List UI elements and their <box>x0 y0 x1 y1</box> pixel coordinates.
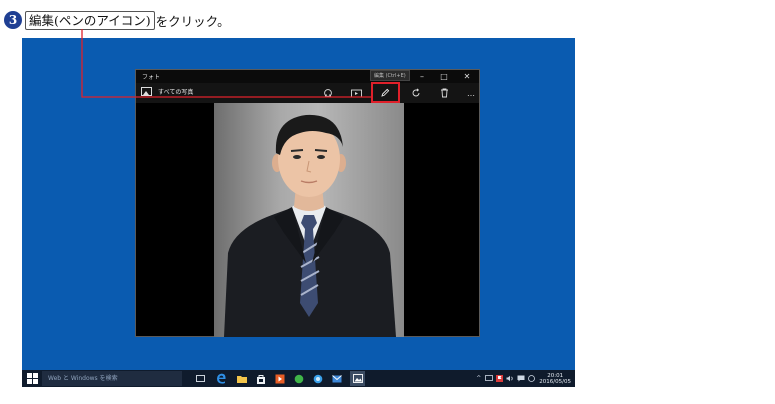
photo-viewer <box>136 103 479 337</box>
start-button[interactable] <box>27 373 38 384</box>
delete-icon <box>440 88 448 98</box>
rotate-icon <box>412 88 420 97</box>
more-options-button[interactable]: … <box>462 85 480 101</box>
app-green-button[interactable] <box>292 372 305 385</box>
mail-button[interactable] <box>330 372 343 385</box>
media-button[interactable] <box>273 372 286 385</box>
slideshow-button[interactable] <box>347 85 365 101</box>
instruction-target: 編集(ペンのアイコン) <box>25 10 155 30</box>
taskbar: Web と Windows を検索 ^ 20:01 2016/05/05 <box>22 370 575 387</box>
system-tray: ^ 20:01 2016/05/05 <box>476 371 571 386</box>
clock-date: 2016/05/05 <box>539 378 571 385</box>
photo-toolbar: すべての写真 … <box>136 83 479 103</box>
portrait-photo[interactable] <box>214 103 404 337</box>
photos-app-window: フォト 編集 (Ctrl+E) – □ ✕ すべての写真 … <box>135 69 480 337</box>
store-icon <box>256 374 265 384</box>
edge-icon <box>217 373 226 384</box>
instruction-suffix: をクリック。 <box>155 13 230 29</box>
task-view-icon <box>196 375 205 382</box>
maximize-button[interactable]: □ <box>433 70 455 83</box>
portrait-illustration <box>224 114 396 337</box>
title-bar: フォト 編集 (Ctrl+E) – □ ✕ <box>136 70 479 83</box>
edit-button-highlight <box>371 82 400 103</box>
slideshow-icon <box>350 89 362 97</box>
desktop: フォト 編集 (Ctrl+E) – □ ✕ すべての写真 … Web と Win… <box>22 38 575 387</box>
task-view-button[interactable] <box>194 372 207 385</box>
app-blue-button[interactable] <box>311 372 324 385</box>
more-icon: … <box>467 88 475 98</box>
ime-icon[interactable] <box>528 375 536 382</box>
taskbar-clock[interactable]: 20:01 2016/05/05 <box>539 373 571 385</box>
delete-button[interactable] <box>435 85 453 101</box>
file-explorer-button[interactable] <box>235 372 248 385</box>
app-green-icon <box>294 374 303 383</box>
minimize-button[interactable]: – <box>411 70 433 83</box>
enhance-icon <box>324 89 332 98</box>
instruction-line: 3 編集(ペンのアイコン) をクリック。 <box>4 9 230 31</box>
window-title: フォト <box>142 74 161 81</box>
edit-tooltip: 編集 (Ctrl+E) <box>370 70 410 81</box>
network-icon[interactable] <box>485 375 494 382</box>
taskbar-search-box[interactable]: Web と Windows を検索 <box>42 371 182 386</box>
flag-icon[interactable] <box>496 375 504 382</box>
photo-gallery-icon <box>141 87 152 96</box>
notification-icon[interactable] <box>517 375 525 382</box>
volume-icon[interactable] <box>506 375 514 382</box>
step-number-badge: 3 <box>4 11 22 29</box>
rotate-button[interactable] <box>407 85 425 101</box>
app-blue-icon <box>313 374 322 383</box>
store-button[interactable] <box>254 372 267 385</box>
chevron-up-icon[interactable]: ^ <box>476 375 481 382</box>
windows-logo-icon <box>27 373 32 378</box>
enhance-button[interactable] <box>319 85 337 101</box>
edge-button[interactable] <box>215 372 228 385</box>
photos-taskbar-button[interactable] <box>350 371 365 386</box>
photos-icon <box>352 374 363 383</box>
media-icon <box>275 374 284 383</box>
file-explorer-icon <box>236 375 247 383</box>
all-photos-link[interactable]: すべての写真 <box>141 87 193 96</box>
mail-icon <box>331 374 342 382</box>
all-photos-label: すべての写真 <box>158 89 194 96</box>
close-button[interactable]: ✕ <box>456 70 478 83</box>
